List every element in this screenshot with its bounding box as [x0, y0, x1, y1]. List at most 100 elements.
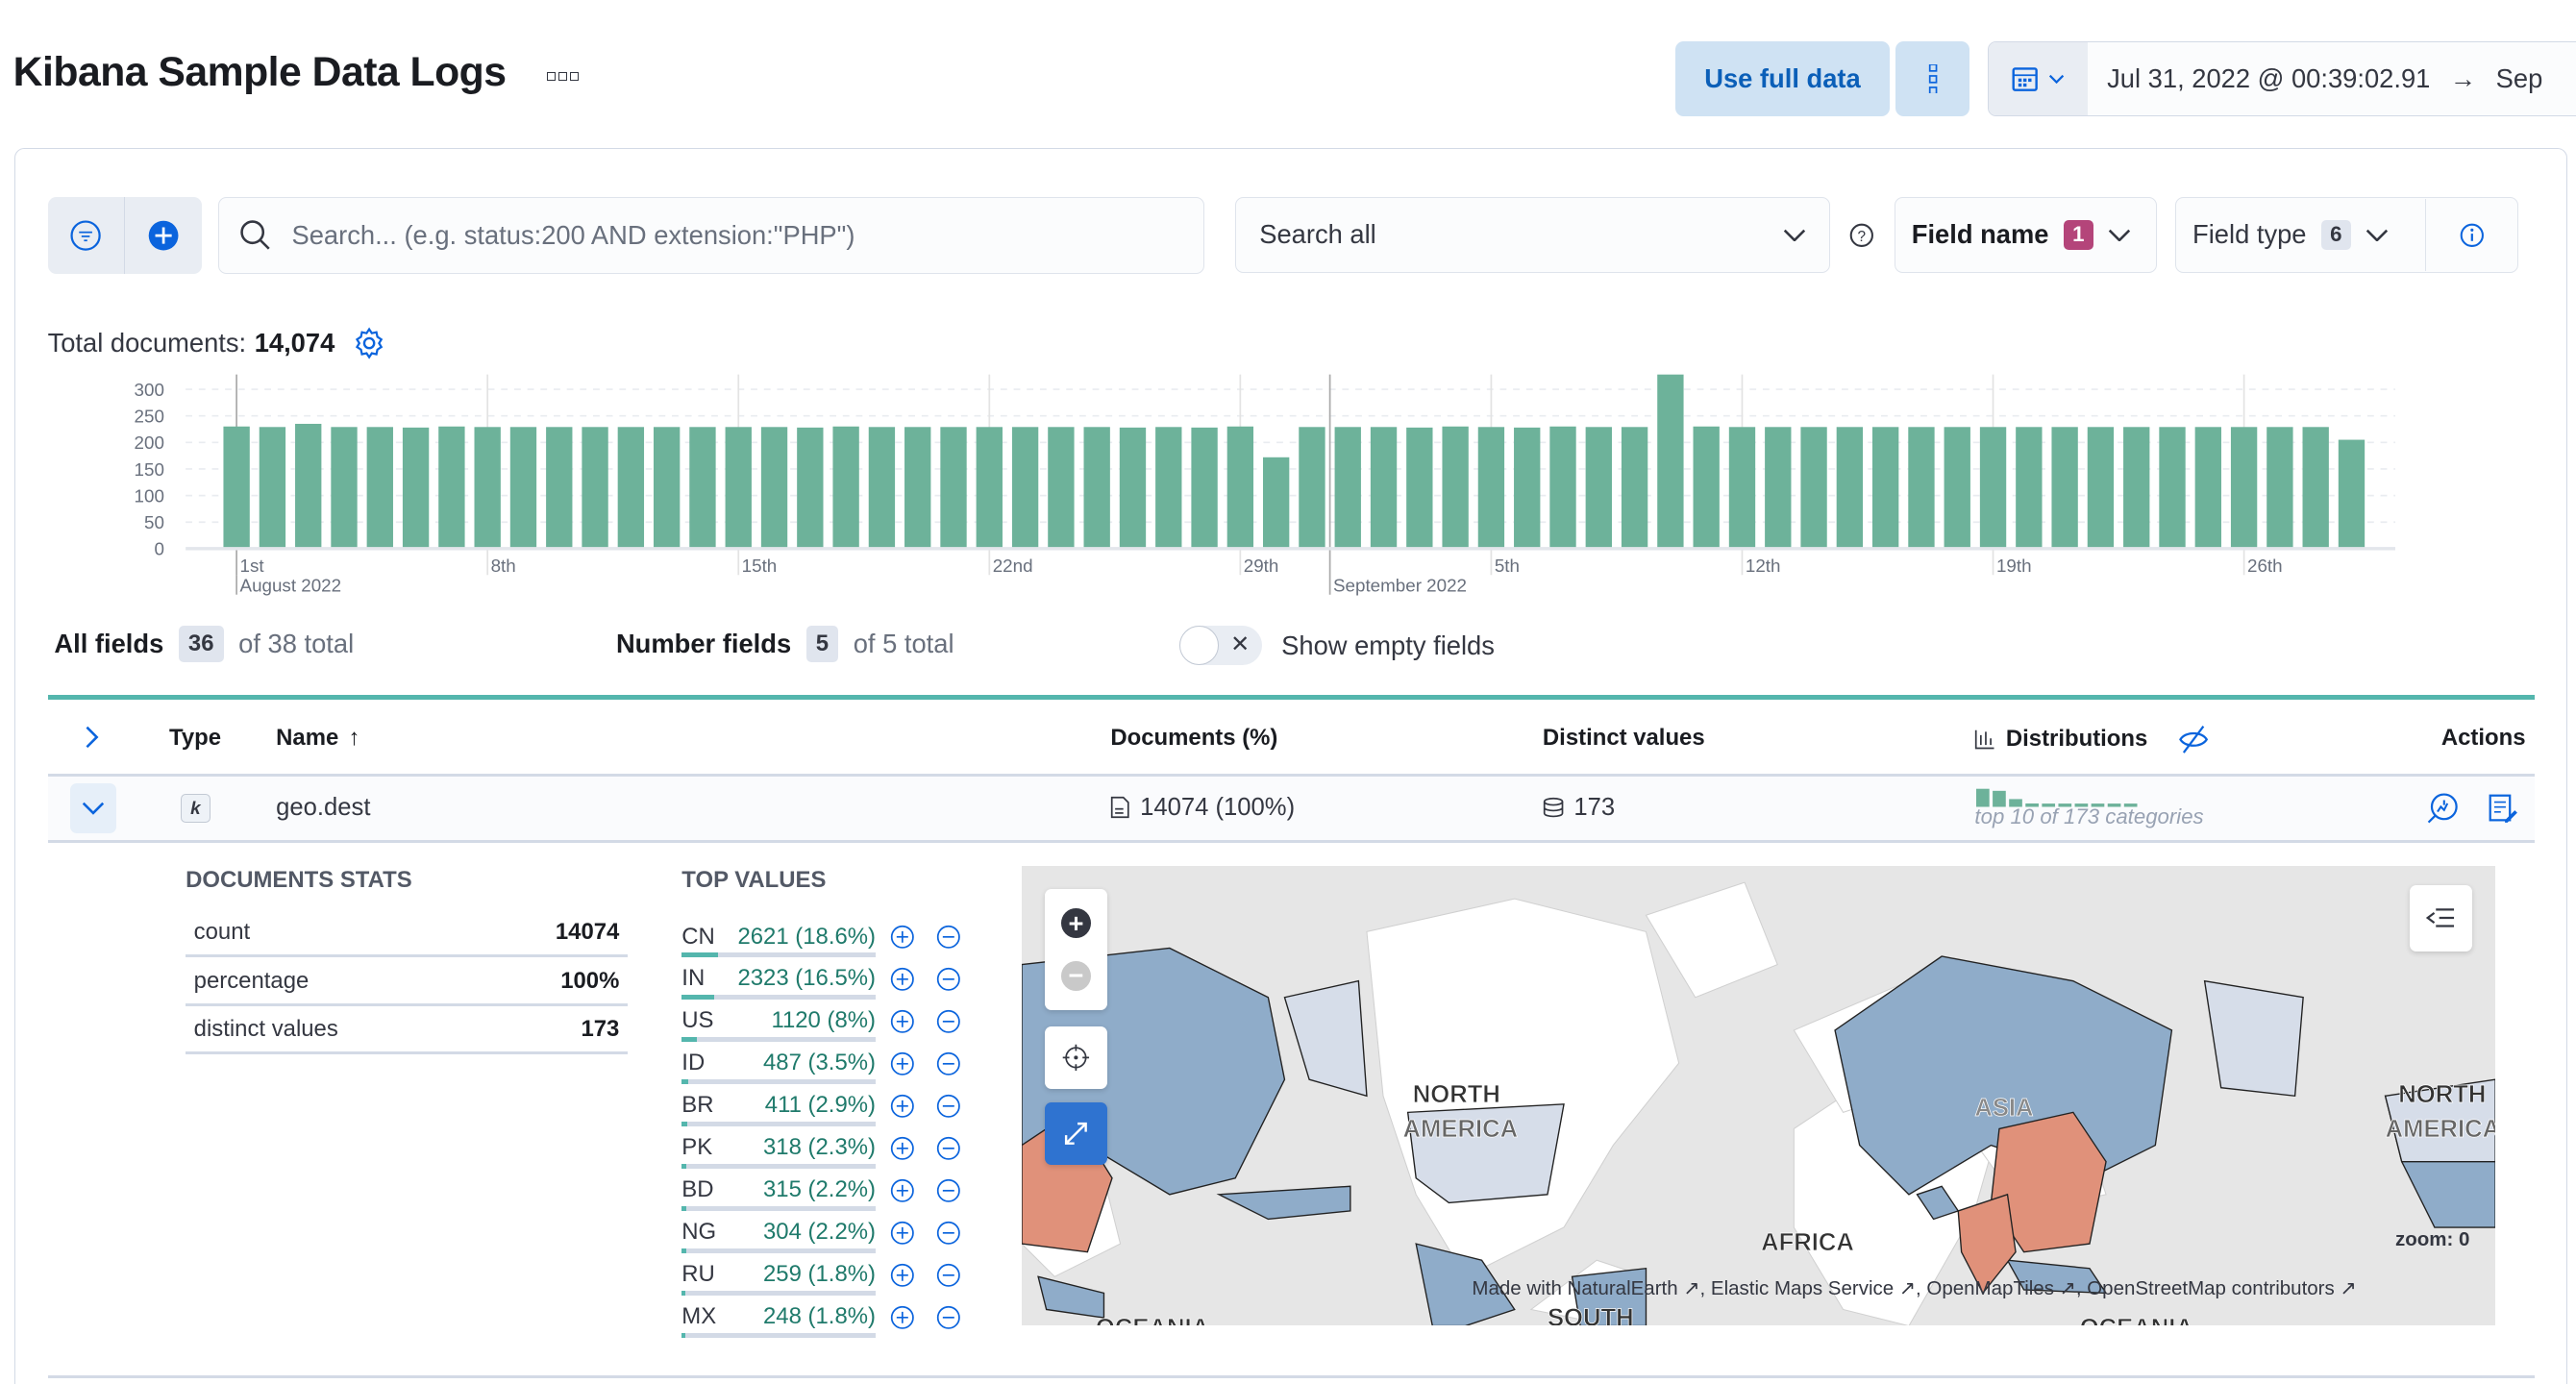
add-filter-icon[interactable] — [890, 1263, 915, 1288]
remove-filter-icon[interactable] — [936, 1009, 961, 1034]
remove-filter-icon[interactable] — [936, 1221, 961, 1246]
column-type[interactable]: Type — [169, 725, 221, 752]
top-value-bar — [681, 1163, 876, 1170]
remove-filter-icon[interactable] — [936, 1305, 961, 1330]
info-button[interactable] — [2425, 198, 2517, 271]
chart-bar — [438, 426, 465, 549]
page-title: Kibana Sample Data Logs — [12, 49, 507, 96]
stat-value: 100% — [560, 967, 620, 994]
total-documents: Total documents: 14,074 — [48, 327, 386, 359]
collapse-row-button[interactable] — [70, 783, 117, 833]
top-value-count: 1120 (8%) — [771, 1007, 876, 1034]
number-fields-summary: Number fields 5 of 5 total — [616, 626, 954, 662]
distributions-label: Distributions — [2005, 726, 2148, 753]
stat-row: percentage 100% — [186, 958, 628, 1006]
chart-bar — [760, 427, 788, 549]
column-name[interactable]: Name ↑ — [276, 725, 359, 752]
remove-filter-icon[interactable] — [936, 1051, 961, 1076]
zoom-out-button[interactable]: − — [1061, 960, 1091, 991]
chart-bar — [2302, 427, 2329, 549]
field-name-label: Field name — [1911, 219, 2049, 250]
help-icon[interactable]: ? — [1848, 222, 1874, 248]
data-visualizer-icon[interactable] — [2426, 792, 2459, 825]
layer-control-button[interactable] — [2410, 885, 2473, 952]
top-value-bar — [681, 1079, 876, 1085]
show-empty-fields-label: Show empty fields — [1281, 630, 1495, 660]
month-label: September 2022 — [1333, 575, 1467, 595]
chart-bar — [509, 427, 537, 549]
map-attribution[interactable]: Made with NaturalEarth ↗, Elastic Maps S… — [1472, 1276, 2356, 1300]
field-name: geo.dest — [276, 793, 371, 821]
show-empty-fields-toggle[interactable]: ✕ Show empty fields — [1179, 626, 1495, 666]
fit-to-data-button[interactable] — [1045, 1026, 1107, 1090]
toggle-switch[interactable]: ✕ — [1179, 626, 1262, 666]
eye-closed-icon[interactable] — [2177, 725, 2210, 754]
add-filter-icon[interactable] — [890, 1136, 915, 1161]
column-distinct-values[interactable]: Distinct values — [1543, 725, 1705, 752]
map[interactable]: NORTH AMERICA ASIA AFRICA SOUTH OCEANIA … — [1022, 865, 2496, 1326]
remove-filter-icon[interactable] — [936, 925, 961, 950]
gear-icon[interactable] — [353, 327, 385, 359]
expand-icon — [1065, 1122, 1087, 1145]
top-value-item: RU 259 (1.8%) — [681, 1256, 969, 1298]
filter-menu-button[interactable] — [48, 197, 125, 275]
more-options-icon[interactable] — [547, 72, 579, 81]
remove-filter-icon[interactable] — [936, 1263, 961, 1288]
edit-list-icon[interactable] — [2489, 794, 2518, 824]
column-distributions[interactable]: Distributions — [1974, 725, 2210, 754]
chart-bar — [617, 427, 645, 549]
end-date[interactable]: Sep — [2496, 63, 2543, 94]
x-tick-label: 29th — [1244, 556, 1279, 576]
top-value-key: BD — [681, 1176, 714, 1203]
remove-filter-icon[interactable] — [936, 967, 961, 992]
use-full-data-button[interactable]: Use full data — [1675, 40, 1890, 117]
remove-filter-icon[interactable] — [936, 1094, 961, 1119]
database-icon — [1543, 797, 1564, 818]
top-value-bar — [681, 1122, 876, 1127]
add-filter-icon[interactable] — [890, 1009, 915, 1034]
crosshair-icon — [1062, 1045, 1090, 1072]
chart-bar — [653, 427, 681, 549]
field-name-filter[interactable]: Field name 1 — [1894, 197, 2158, 273]
top-value-key: CN — [681, 923, 715, 950]
chart-bar — [1836, 427, 1864, 549]
add-filter-icon[interactable] — [890, 1221, 915, 1246]
top-value-bar — [681, 1248, 876, 1253]
add-filter-button[interactable] — [125, 197, 202, 274]
top-value-key: NG — [681, 1219, 717, 1246]
add-filter-icon[interactable] — [890, 1178, 915, 1203]
kebab-menu-button[interactable] — [1895, 40, 1970, 117]
field-type-filter[interactable]: Field type 6 — [2174, 197, 2519, 273]
map-label: OCEANIA — [2080, 1315, 2193, 1326]
query-buttons — [47, 197, 203, 275]
chart-bar — [904, 427, 931, 549]
date-quick-menu-button[interactable] — [1989, 41, 2088, 116]
add-filter-icon[interactable] — [890, 925, 915, 950]
add-filter-icon[interactable] — [890, 1051, 915, 1076]
chart-bar — [1585, 427, 1612, 549]
chart-bar — [1800, 427, 1827, 549]
zoom-in-button[interactable]: + — [1061, 908, 1091, 938]
documents-value: 14074 (100%) — [1140, 793, 1296, 821]
chart-bar — [2266, 427, 2293, 549]
fullscreen-button[interactable] — [1045, 1101, 1107, 1165]
column-documents[interactable]: Documents (%) — [1110, 725, 1277, 752]
choropleth-map[interactable]: NORTH AMERICA ASIA AFRICA SOUTH OCEANIA … — [1022, 866, 2496, 1326]
search-input[interactable]: Search... (e.g. status:200 AND extension… — [218, 197, 1204, 275]
expand-all-button[interactable] — [79, 725, 105, 751]
add-filter-icon[interactable] — [890, 1094, 915, 1119]
remove-filter-icon[interactable] — [936, 1136, 961, 1161]
distinct-cell: 173 — [1543, 794, 1615, 822]
y-tick-label: 150 — [135, 459, 164, 480]
date-picker[interactable]: Jul 31, 2022 @ 00:39:02.91 → Sep — [1988, 40, 2576, 117]
chart-bar — [832, 426, 859, 549]
start-date[interactable]: Jul 31, 2022 @ 00:39:02.91 — [2107, 63, 2430, 94]
chart-bar — [2230, 427, 2258, 549]
remove-filter-icon[interactable] — [936, 1178, 961, 1203]
chart-bar — [1299, 427, 1325, 549]
add-filter-icon[interactable] — [890, 1305, 915, 1330]
search-all-select[interactable]: Search all — [1235, 197, 1831, 273]
info-icon — [2460, 223, 2484, 247]
add-filter-icon[interactable] — [890, 967, 915, 992]
top-value-key: ID — [681, 1050, 706, 1076]
